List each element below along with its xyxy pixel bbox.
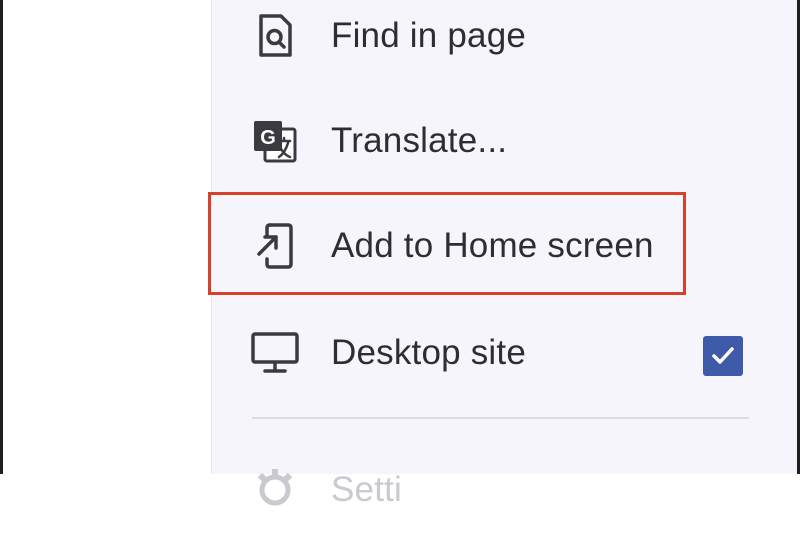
menu-item-label: Add to Home screen bbox=[331, 226, 654, 265]
menu-item-settings[interactable]: Setti bbox=[212, 438, 798, 542]
desktop-site-checkbox[interactable] bbox=[703, 336, 743, 376]
find-in-page-icon bbox=[248, 9, 302, 63]
menu-item-label: Setti bbox=[331, 470, 403, 509]
menu-item-label: Desktop site bbox=[331, 333, 526, 372]
menu-item-add-to-home-screen[interactable]: Add to Home screen bbox=[212, 194, 798, 298]
menu-divider bbox=[252, 417, 749, 419]
svg-text:G: G bbox=[260, 127, 276, 149]
overflow-menu: Find in page G Translate... Add to Home … bbox=[211, 0, 798, 509]
menu-item-label: Translate... bbox=[331, 121, 508, 160]
checkmark-icon bbox=[712, 347, 734, 364]
desktop-icon bbox=[248, 326, 302, 380]
menu-item-label: Find in page bbox=[331, 16, 527, 55]
page-backdrop bbox=[3, 0, 211, 474]
translate-icon: G bbox=[248, 114, 302, 168]
gear-icon bbox=[248, 463, 302, 517]
menu-item-desktop-site[interactable]: Desktop site bbox=[212, 301, 798, 405]
add-to-home-screen-icon bbox=[248, 219, 302, 273]
menu-item-translate[interactable]: G Translate... bbox=[212, 89, 798, 193]
menu-item-find-in-page[interactable]: Find in page bbox=[212, 0, 798, 88]
